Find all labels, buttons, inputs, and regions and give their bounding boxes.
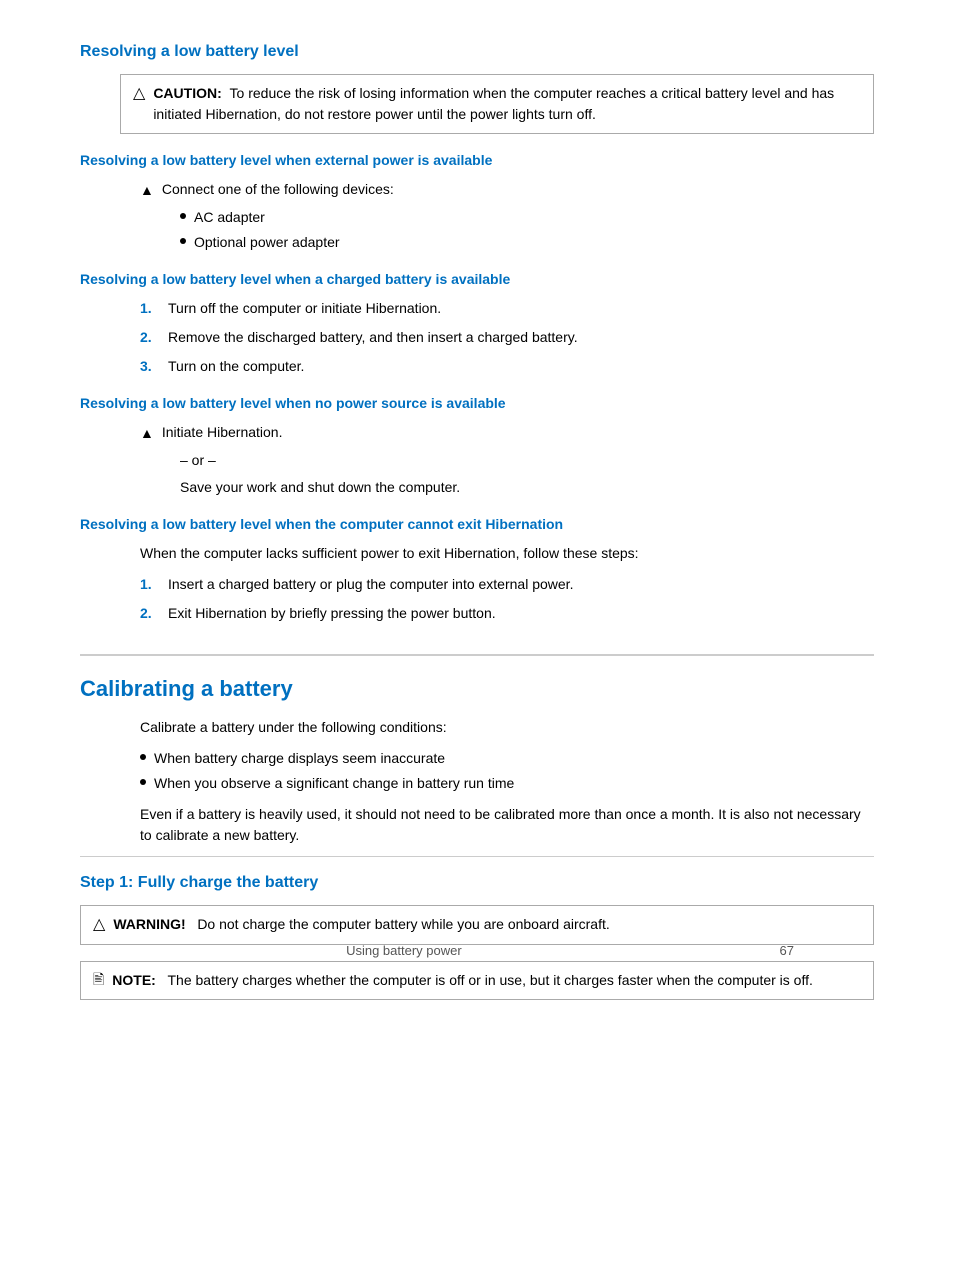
or-separator: – or – (180, 450, 874, 471)
bullet-dot-icon (180, 238, 186, 244)
bullet-dot-icon (180, 213, 186, 219)
list-item: AC adapter (180, 207, 874, 228)
calibrating-intro: Calibrate a battery under the following … (140, 717, 874, 738)
list-item: 2. Remove the discharged battery, and th… (140, 327, 874, 348)
note-body: The battery charges whether the computer… (168, 972, 813, 988)
connect-item: ▲ Connect one of the following devices: (140, 179, 874, 201)
sub4-steps: 1. Insert a charged battery or plug the … (140, 574, 874, 624)
bullet-dot-icon (140, 779, 146, 785)
triangle-bullet-1: ▲ (140, 180, 154, 201)
sub1-heading: Resolving a low battery level when exter… (80, 150, 874, 171)
page-footer: Using battery power 67 (346, 941, 794, 961)
warning-triangle-icon: △ (93, 914, 105, 936)
sub4-heading: Resolving a low battery level when the c… (80, 514, 874, 535)
list-item: 1. Insert a charged battery or plug the … (140, 574, 874, 595)
note-icon: 🖹 (93, 970, 104, 990)
sub1-bullet-list: AC adapter Optional power adapter (180, 207, 874, 253)
calibrating-bullet-list: When battery charge displays seem inaccu… (140, 748, 874, 794)
warning-label: WARNING! (113, 916, 185, 932)
caution-text: CAUTION: To reduce the risk of losing in… (153, 83, 861, 125)
sub2-steps: 1. Turn off the computer or initiate Hib… (140, 298, 874, 377)
sub3-hibernate-text: Initiate Hibernation. (162, 422, 283, 443)
sub1-item-1: AC adapter (194, 207, 265, 228)
sub2-heading: Resolving a low battery level when a cha… (80, 269, 874, 290)
calibrating-bullet-1: When battery charge displays seem inaccu… (154, 748, 445, 769)
warning-body: Do not charge the computer battery while… (197, 916, 609, 932)
sub1-item-2: Optional power adapter (194, 232, 340, 253)
list-item: Optional power adapter (180, 232, 874, 253)
step-number-1: 1. (140, 574, 160, 595)
list-item: 3. Turn on the computer. (140, 356, 874, 377)
sub3-heading: Resolving a low battery level when no po… (80, 393, 874, 414)
list-item: 2. Exit Hibernation by briefly pressing … (140, 603, 874, 624)
page-number: 67 (780, 943, 794, 958)
caution-label: CAUTION: (153, 85, 221, 101)
list-item: When battery charge displays seem inaccu… (140, 748, 874, 769)
caution-triangle-icon: △ (133, 83, 145, 105)
step-number-2: 2. (140, 603, 160, 624)
caution-box: △ CAUTION: To reduce the risk of losing … (120, 74, 874, 134)
sub4-step-1: Insert a charged battery or plug the com… (168, 574, 573, 595)
sub4-intro: When the computer lacks sufficient power… (140, 543, 874, 564)
bullet-dot-icon (140, 754, 146, 760)
warning-text: WARNING! Do not charge the computer batt… (113, 914, 609, 935)
sub4-step-2: Exit Hibernation by briefly pressing the… (168, 603, 496, 624)
footer-text: Using battery power (346, 943, 462, 958)
resolving-low-battery-heading: Resolving a low battery level (80, 40, 874, 64)
sub3-hibernate-item: ▲ Initiate Hibernation. (140, 422, 874, 444)
sub3-save-text: Save your work and shut down the compute… (180, 477, 874, 498)
step-number-3: 3. (140, 356, 160, 377)
calibrating-note: Even if a battery is heavily used, it sh… (140, 804, 874, 846)
calibrating-bullet-2: When you observe a significant change in… (154, 773, 514, 794)
note-box: 🖹 NOTE: The battery charges whether the … (80, 961, 874, 1000)
connect-label: Connect one of the following devices: (162, 179, 394, 200)
sub2-step-2: Remove the discharged battery, and then … (168, 327, 578, 348)
sub2-step-1: Turn off the computer or initiate Hibern… (168, 298, 441, 319)
step-number-2: 2. (140, 327, 160, 348)
triangle-bullet-2: ▲ (140, 423, 154, 444)
list-item: When you observe a significant change in… (140, 773, 874, 794)
note-label: NOTE: (112, 972, 156, 988)
sub2-step-3: Turn on the computer. (168, 356, 304, 377)
calibrating-battery-heading: Calibrating a battery (80, 654, 874, 705)
note-text: NOTE: The battery charges whether the co… (112, 970, 813, 991)
step-number-1: 1. (140, 298, 160, 319)
step1-heading: Step 1: Fully charge the battery (80, 856, 874, 895)
list-item: 1. Turn off the computer or initiate Hib… (140, 298, 874, 319)
caution-body: To reduce the risk of losing information… (153, 85, 834, 122)
warning-box: △ WARNING! Do not charge the computer ba… (80, 905, 874, 945)
